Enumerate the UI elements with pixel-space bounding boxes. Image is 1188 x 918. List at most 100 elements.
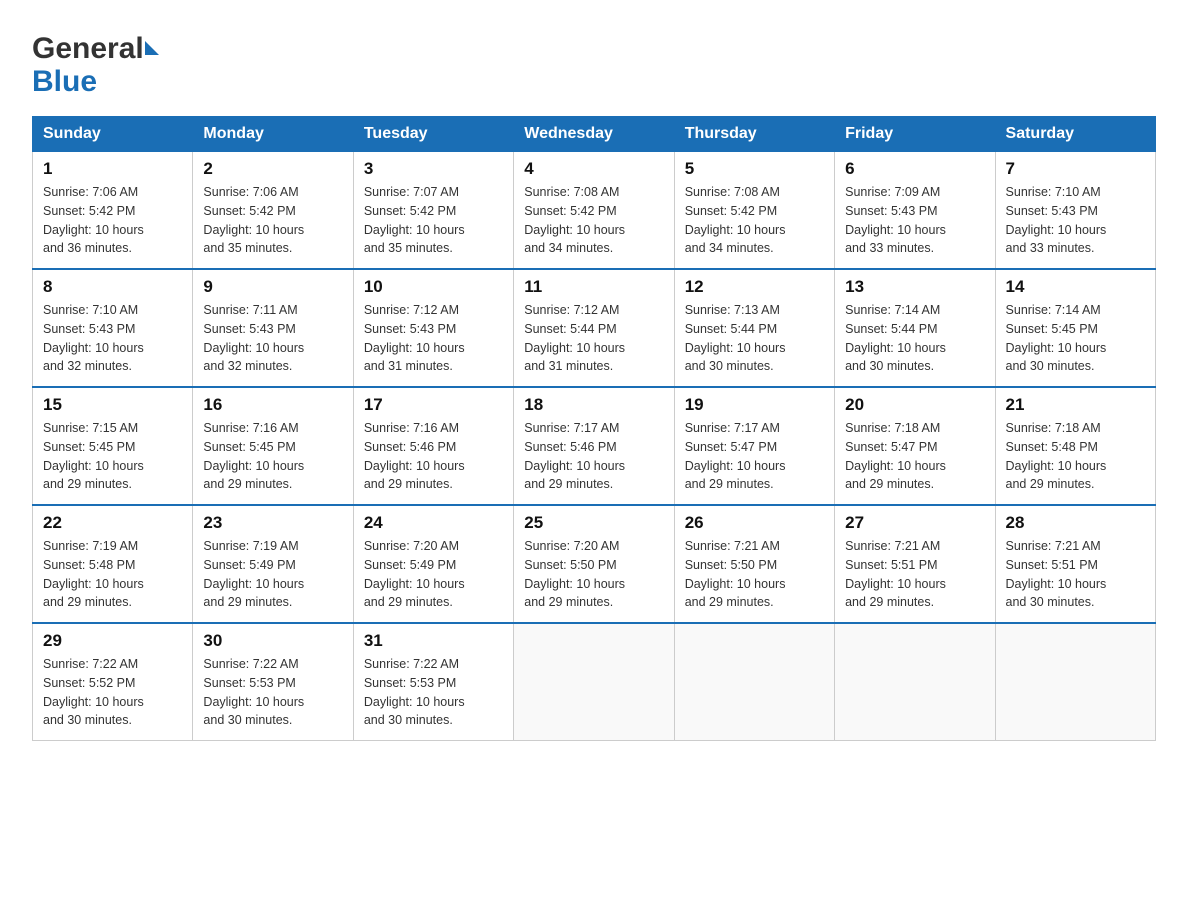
day-info: Sunrise: 7:19 AMSunset: 5:49 PMDaylight:… [203,537,342,612]
day-daylight-cont: and 29 minutes. [364,477,453,491]
calendar-day-cell: 13Sunrise: 7:14 AMSunset: 5:44 PMDayligh… [835,269,995,387]
calendar-day-cell: 5Sunrise: 7:08 AMSunset: 5:42 PMDaylight… [674,152,834,270]
calendar-day-cell: 10 Sunrise: 7:12 AMSunset: 5:43 PMDayligh… [353,269,513,387]
calendar-week-row: 15Sunrise: 7:15 AMSunset: 5:45 PMDayligh… [33,387,1156,505]
day-daylight-cont: and 29 minutes. [43,477,132,491]
day-number: 6 [845,159,984,179]
logo: General Blue [32,24,160,98]
day-number: 10 [364,277,503,297]
day-daylight: Daylight: 10 hours [685,459,786,473]
day-sunrise: Sunrise: 7:08 AM [685,185,780,199]
day-info: Sunrise: 7:19 AMSunset: 5:48 PMDaylight:… [43,537,182,612]
day-daylight: Daylight: 10 hours [364,223,465,237]
day-sunset: Sunset: 5:49 PM [203,558,295,572]
calendar-week-row: 1Sunrise: 7:06 AMSunset: 5:42 PMDaylight… [33,152,1156,270]
day-daylight: Daylight: 10 hours [524,577,625,591]
day-daylight-cont: and 29 minutes. [203,477,292,491]
calendar-day-cell [514,623,674,741]
day-sunrise: Sunrise: 7:22 AM [364,657,459,671]
day-sunset: Sunset: 5:46 PM [364,440,456,454]
calendar-day-cell: 2Sunrise: 7:06 AMSunset: 5:42 PMDaylight… [193,152,353,270]
day-sunset: Sunset: 5:46 PM [524,440,616,454]
day-info: Sunrise: 7:10 AMSunset: 5:43 PMDaylight:… [1006,183,1145,258]
calendar-week-row: 8Sunrise: 7:10 AMSunset: 5:43 PMDaylight… [33,269,1156,387]
day-number: 17 [364,395,503,415]
day-sunrise: Sunrise: 7:19 AM [203,539,298,553]
day-info: Sunrise: 7:08 AMSunset: 5:42 PMDaylight:… [685,183,824,258]
calendar-day-cell: 1Sunrise: 7:06 AMSunset: 5:42 PMDaylight… [33,152,193,270]
calendar-day-cell: 12Sunrise: 7:13 AMSunset: 5:44 PMDayligh… [674,269,834,387]
day-daylight: Daylight: 10 hours [524,223,625,237]
day-daylight: Daylight: 10 hours [43,577,144,591]
calendar-day-cell [995,623,1155,741]
weekday-header-friday: Friday [835,117,995,152]
day-sunrise: Sunrise: 7:10 AM [1006,185,1101,199]
day-info: Sunrise: 7:10 AMSunset: 5:43 PMDaylight:… [43,301,182,376]
day-sunrise: Sunrise: 7:21 AM [685,539,780,553]
day-sunrise: Sunrise: 7:19 AM [43,539,138,553]
calendar-day-cell: 9Sunrise: 7:11 AMSunset: 5:43 PMDaylight… [193,269,353,387]
calendar-day-cell: 11Sunrise: 7:12 AMSunset: 5:44 PMDayligh… [514,269,674,387]
day-sunset: Sunset: 5:47 PM [685,440,777,454]
day-daylight-cont: and 29 minutes. [364,595,453,609]
calendar-body: 1Sunrise: 7:06 AMSunset: 5:42 PMDaylight… [33,152,1156,741]
day-info: Sunrise: 7:20 AMSunset: 5:50 PMDaylight:… [524,537,663,612]
day-info: Sunrise: 7:18 AMSunset: 5:47 PMDaylight:… [845,419,984,494]
day-info: Sunrise: 7:14 AMSunset: 5:44 PMDaylight:… [845,301,984,376]
day-sunset: Sunset: 5:42 PM [203,204,295,218]
day-info: Sunrise: 7:21 AMSunset: 5:51 PMDaylight:… [1006,537,1145,612]
calendar-day-cell: 16Sunrise: 7:16 AMSunset: 5:45 PMDayligh… [193,387,353,505]
day-sunrise: Sunrise: 7:15 AM [43,421,138,435]
day-number: 24 [364,513,503,533]
day-daylight-cont: and 35 minutes. [364,241,453,255]
day-daylight-cont: and 29 minutes. [845,477,934,491]
day-info: Sunrise: 7:20 AMSunset: 5:49 PMDaylight:… [364,537,503,612]
calendar-day-cell: 8Sunrise: 7:10 AMSunset: 5:43 PMDaylight… [33,269,193,387]
day-sunset: Sunset: 5:42 PM [524,204,616,218]
day-sunset: Sunset: 5:51 PM [1006,558,1098,572]
day-daylight-cont: and 29 minutes. [203,595,292,609]
day-daylight: Daylight: 10 hours [1006,223,1107,237]
calendar-day-cell [835,623,995,741]
day-sunset: Sunset: 5:42 PM [43,204,135,218]
day-sunrise: Sunrise: 7:06 AM [43,185,138,199]
day-daylight-cont: and 34 minutes. [524,241,613,255]
page-header: General Blue [32,24,1156,98]
weekday-header-thursday: Thursday [674,117,834,152]
day-number: 18 [524,395,663,415]
day-info: Sunrise: 7:22 AMSunset: 5:52 PMDaylight:… [43,655,182,730]
day-info: Sunrise: 7:16 AMSunset: 5:45 PMDaylight:… [203,419,342,494]
day-sunset: Sunset: 5:47 PM [845,440,937,454]
calendar-day-cell: 7Sunrise: 7:10 AMSunset: 5:43 PMDaylight… [995,152,1155,270]
day-sunset: Sunset: 5:42 PM [685,204,777,218]
day-info: Sunrise: 7:07 AMSunset: 5:42 PMDaylight:… [364,183,503,258]
day-daylight: Daylight: 10 hours [845,577,946,591]
day-number: 4 [524,159,663,179]
calendar-day-cell: 4Sunrise: 7:08 AMSunset: 5:42 PMDaylight… [514,152,674,270]
day-daylight-cont: and 29 minutes. [524,595,613,609]
day-daylight: Daylight: 10 hours [43,459,144,473]
calendar-day-cell [674,623,834,741]
day-daylight-cont: and 30 minutes. [364,713,453,727]
day-daylight: Daylight: 10 hours [364,341,465,355]
day-sunset: Sunset: 5:48 PM [1006,440,1098,454]
day-daylight-cont: and 30 minutes. [1006,359,1095,373]
calendar-day-cell: 18 Sunrise: 7:17 AMSunset: 5:46 PMDayligh… [514,387,674,505]
weekday-header-wednesday: Wednesday [514,117,674,152]
calendar-day-cell: 19Sunrise: 7:17 AMSunset: 5:47 PMDayligh… [674,387,834,505]
day-daylight: Daylight: 10 hours [203,695,304,709]
day-info: Sunrise: 7:12 AMSunset: 5:43 PMDaylight:… [364,301,503,376]
logo-blue-line: Blue [32,65,160,98]
day-daylight-cont: and 36 minutes. [43,241,132,255]
day-info: Sunrise: 7:17 AMSunset: 5:46 PMDaylight:… [524,419,663,494]
calendar-week-row: 29Sunrise: 7:22 AMSunset: 5:52 PMDayligh… [33,623,1156,741]
day-number: 15 [43,395,182,415]
day-daylight-cont: and 32 minutes. [43,359,132,373]
day-daylight: Daylight: 10 hours [203,223,304,237]
day-number: 31 [364,631,503,651]
day-daylight-cont: and 30 minutes. [685,359,774,373]
day-info: Sunrise: 7:16 AMSunset: 5:46 PMDaylight:… [364,419,503,494]
day-sunset: Sunset: 5:51 PM [845,558,937,572]
day-info: Sunrise: 7:17 AMSunset: 5:47 PMDaylight:… [685,419,824,494]
day-daylight: Daylight: 10 hours [43,695,144,709]
